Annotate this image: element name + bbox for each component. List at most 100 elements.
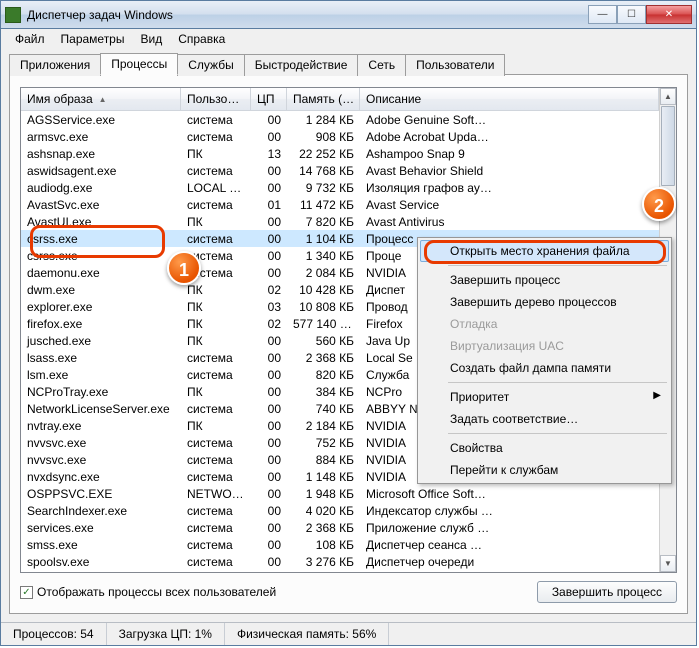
table-row[interactable]: aswidsagent.exeсистема0014 768 КБAvast B… <box>21 162 659 179</box>
cell-user: система <box>181 198 251 212</box>
col-image-name[interactable]: Имя образа <box>21 88 181 110</box>
tab-users[interactable]: Пользователи <box>405 54 505 76</box>
cell-memory: 384 КБ <box>287 385 360 399</box>
table-row[interactable]: smss.exeсистема00108 КБДиспетчер сеанса … <box>21 536 659 553</box>
cell-image-name: AvastSvc.exe <box>21 198 181 212</box>
tab-row: Приложения Процессы Службы Быстродействи… <box>9 53 688 75</box>
col-user[interactable]: Пользо… <box>181 88 251 110</box>
cell-memory: 577 140 КБ <box>287 317 360 331</box>
cell-cpu: 00 <box>251 504 287 518</box>
menu-options[interactable]: Параметры <box>53 30 133 48</box>
table-row[interactable]: armsvc.exeсистема00908 КБAdobe Acrobat U… <box>21 128 659 145</box>
tab-processes[interactable]: Процессы <box>100 53 178 75</box>
cell-user: система <box>181 113 251 127</box>
table-row[interactable]: AGSService.exeсистема001 284 КБAdobe Gen… <box>21 111 659 128</box>
status-memory-usage: Физическая память: 56% <box>225 623 389 645</box>
cell-image-name: daemonu.exe <box>21 266 181 280</box>
context-menu-item[interactable]: Свойства <box>420 437 669 459</box>
menubar: Файл Параметры Вид Справка <box>1 29 696 49</box>
cell-user: ПК <box>181 334 251 348</box>
cell-cpu: 00 <box>251 266 287 280</box>
column-header-row: Имя образа Пользо… ЦП Память (… Описание <box>21 88 659 111</box>
cell-description: Диспетчер сеанса … <box>360 538 659 552</box>
menu-view[interactable]: Вид <box>132 30 170 48</box>
cell-description: Диспетчер очереди <box>360 555 659 569</box>
table-row[interactable]: AvastSvc.exeсистема0111 472 КБAvast Serv… <box>21 196 659 213</box>
scroll-thumb[interactable] <box>661 106 675 186</box>
table-row[interactable]: spoolsv.exeсистема003 276 КБДиспетчер оч… <box>21 553 659 570</box>
cell-user: система <box>181 504 251 518</box>
cell-user: NETWO… <box>181 487 251 501</box>
cell-image-name: armsvc.exe <box>21 130 181 144</box>
cell-user: система <box>181 538 251 552</box>
context-menu-item[interactable]: Завершить процесс <box>420 269 669 291</box>
context-menu-item[interactable]: Открыть место хранения файла <box>420 240 669 262</box>
col-memory[interactable]: Память (… <box>287 88 360 110</box>
tab-networking[interactable]: Сеть <box>357 54 406 76</box>
cell-image-name: nvvsvc.exe <box>21 436 181 450</box>
tab-applications[interactable]: Приложения <box>9 54 101 76</box>
cell-cpu: 00 <box>251 436 287 450</box>
cell-memory: 3 276 КБ <box>287 555 360 569</box>
cell-cpu: 00 <box>251 385 287 399</box>
cell-image-name: nvtray.exe <box>21 419 181 433</box>
cell-image-name: nvxdsync.exe <box>21 470 181 484</box>
cell-user: ПК <box>181 147 251 161</box>
tab-services[interactable]: Службы <box>177 54 244 76</box>
cell-image-name: aswidsagent.exe <box>21 164 181 178</box>
checkbox-icon: ✓ <box>20 586 33 599</box>
cell-image-name: ashsnap.exe <box>21 147 181 161</box>
cell-memory: 4 020 КБ <box>287 504 360 518</box>
cell-cpu: 00 <box>251 351 287 365</box>
scroll-up-icon[interactable]: ▲ <box>660 88 676 105</box>
titlebar: Диспетчер задач Windows — ☐ ✕ <box>1 1 696 29</box>
context-menu-item[interactable]: Завершить дерево процессов <box>420 291 669 313</box>
context-menu-item[interactable]: Приоритет▶ <box>420 386 669 408</box>
cell-cpu: 00 <box>251 521 287 535</box>
cell-cpu: 00 <box>251 215 287 229</box>
cell-cpu: 00 <box>251 130 287 144</box>
cell-cpu: 00 <box>251 487 287 501</box>
close-button[interactable]: ✕ <box>646 5 692 24</box>
minimize-button[interactable]: — <box>588 5 617 24</box>
maximize-button[interactable]: ☐ <box>617 5 646 24</box>
context-menu-item[interactable]: Задать соответствие… <box>420 408 669 430</box>
cell-memory: 1 340 КБ <box>287 249 360 263</box>
cell-user: система <box>181 232 251 246</box>
cell-memory: 9 732 КБ <box>287 181 360 195</box>
annotation-marker-1: 1 <box>167 251 201 285</box>
table-row[interactable]: audiodg.exeLOCAL …009 732 КБИзоляция гра… <box>21 179 659 196</box>
table-row[interactable]: SearchIndexer.exeсистема004 020 КБИндекс… <box>21 502 659 519</box>
cell-memory: 2 184 КБ <box>287 419 360 433</box>
tab-performance[interactable]: Быстродействие <box>244 54 359 76</box>
menu-divider <box>448 265 667 266</box>
cell-memory: 740 КБ <box>287 402 360 416</box>
table-row[interactable]: AvastUI.exeПК007 820 КБAvast Antivirus <box>21 213 659 230</box>
cell-image-name: dwm.exe <box>21 283 181 297</box>
table-row[interactable]: ashsnap.exeПК1322 252 КБAshampoo Snap 9 <box>21 145 659 162</box>
scroll-down-icon[interactable]: ▼ <box>660 555 676 572</box>
show-all-users-checkbox[interactable]: ✓ Отображать процессы всех пользователей <box>20 585 276 599</box>
annotation-marker-2: 2 <box>642 187 676 221</box>
app-icon <box>5 7 21 23</box>
cell-image-name: csrss.exe <box>21 232 181 246</box>
context-menu-item[interactable]: Создать файл дампа памяти <box>420 357 669 379</box>
col-description[interactable]: Описание <box>360 88 659 110</box>
table-row[interactable]: OSPPSVC.EXENETWO…001 948 КБMicrosoft Off… <box>21 485 659 502</box>
cell-image-name: firefox.exe <box>21 317 181 331</box>
col-cpu[interactable]: ЦП <box>251 88 287 110</box>
table-row[interactable]: services.exeсистема002 368 КБПриложение … <box>21 519 659 536</box>
menu-help[interactable]: Справка <box>170 30 233 48</box>
end-process-button[interactable]: Завершить процесс <box>537 581 677 603</box>
cell-memory: 1 948 КБ <box>287 487 360 501</box>
context-menu-item[interactable]: Перейти к службам <box>420 459 669 481</box>
cell-user: система <box>181 470 251 484</box>
menu-file[interactable]: Файл <box>7 30 53 48</box>
cell-user: система <box>181 402 251 416</box>
cell-user: ПК <box>181 215 251 229</box>
cell-cpu: 00 <box>251 419 287 433</box>
cell-user: LOCAL … <box>181 181 251 195</box>
window-title: Диспетчер задач Windows <box>27 8 588 22</box>
cell-image-name: explorer.exe <box>21 300 181 314</box>
cell-memory: 884 КБ <box>287 453 360 467</box>
